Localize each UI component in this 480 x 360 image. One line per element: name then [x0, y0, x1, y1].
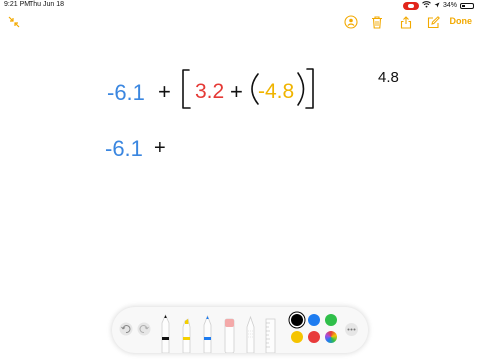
tool-palette — [112, 307, 368, 353]
color-picker-icon[interactable] — [325, 331, 337, 343]
undo-icon[interactable] — [119, 322, 133, 336]
color-red[interactable] — [308, 331, 320, 343]
battery-icon — [460, 2, 474, 9]
battery-fill — [462, 4, 465, 7]
status-date: Thu Jun 18 — [29, 1, 65, 8]
line2-plus: + — [154, 137, 166, 159]
location-icon — [434, 2, 440, 10]
ruler-tool[interactable] — [265, 318, 276, 353]
pencil-tool[interactable] — [203, 314, 212, 353]
add-person-icon[interactable] — [343, 14, 359, 30]
battery-percent: 34% — [442, 2, 457, 9]
line1-plus2: + — [230, 79, 243, 104]
line1-close-bracket — [305, 68, 314, 109]
done-button[interactable]: Done — [450, 16, 473, 26]
eraser-tool[interactable] — [224, 318, 235, 353]
line1-plus1: + — [158, 79, 171, 104]
screen-recording-icon — [402, 1, 419, 10]
line1-term2: 3.2 — [195, 80, 224, 103]
share-icon[interactable] — [398, 14, 414, 30]
status-bar: 9:21 PM Thu Jun 18 34% — [0, 0, 480, 12]
color-black[interactable] — [291, 314, 303, 326]
line1-term1-text: -6.1 — [107, 80, 145, 105]
trash-icon[interactable] — [369, 14, 385, 30]
color-blue[interactable] — [308, 314, 320, 326]
line2-term1: -6.1 — [105, 136, 143, 161]
side-note: 4.8 — [378, 69, 399, 86]
drawing-canvas[interactable]: -6.1 + 3.2 + -4.8 4.8 -6.1 + — [0, 32, 480, 302]
status-right: 34% — [402, 1, 474, 10]
more-icon[interactable] — [345, 323, 358, 336]
collapse-icon[interactable] — [6, 14, 22, 30]
status-time: 9:21 PM — [4, 1, 31, 8]
line1-term3: -4.8 — [258, 80, 294, 103]
marker-tool[interactable] — [182, 318, 191, 353]
line1-open-bracket — [182, 69, 191, 109]
pen-tool[interactable] — [161, 314, 170, 353]
line1-close-paren — [297, 72, 305, 106]
color-green[interactable] — [325, 314, 337, 326]
compose-icon[interactable] — [425, 14, 441, 30]
redo-icon[interactable] — [137, 322, 151, 336]
top-toolbar: Done — [0, 12, 480, 32]
line1-term1: -6.1 — [107, 80, 145, 105]
color-yellow[interactable] — [291, 331, 303, 343]
lasso-tool[interactable] — [246, 315, 255, 353]
wifi-icon — [422, 1, 431, 10]
